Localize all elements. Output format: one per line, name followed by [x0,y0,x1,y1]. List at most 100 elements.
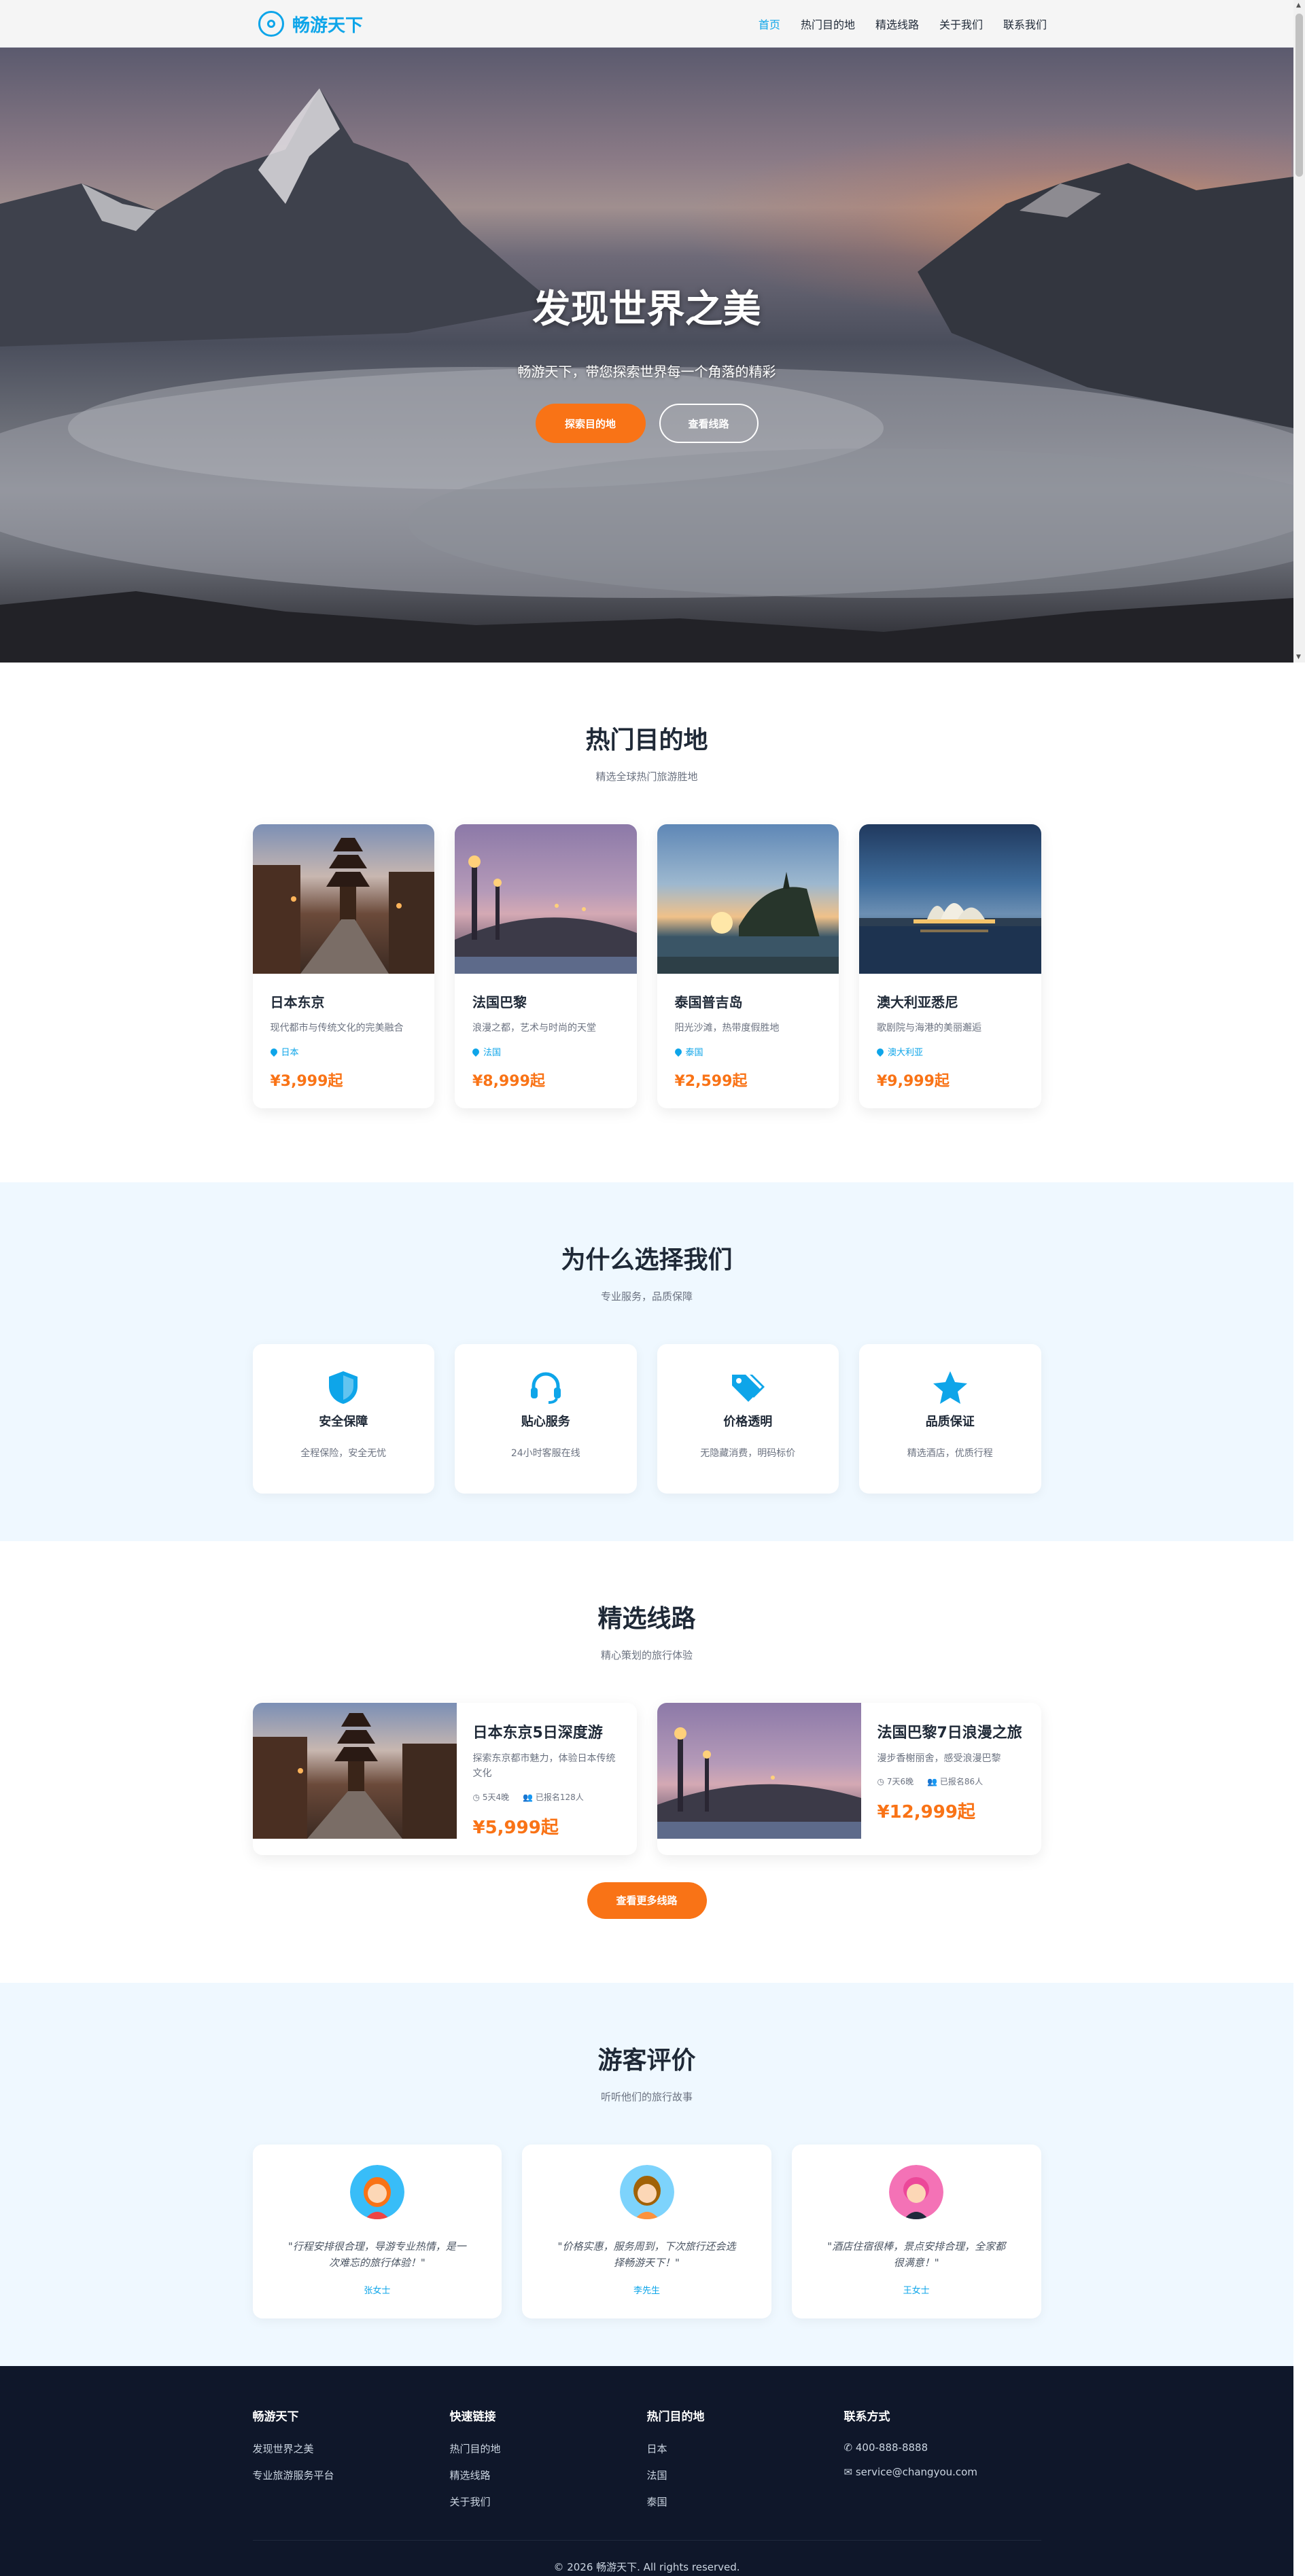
main-nav: 首页 热门目的地 精选线路 关于我们 联系我们 [759,16,1047,32]
scrollbar-thumb[interactable] [1295,14,1303,177]
destination-name: 日本东京 [270,994,325,1010]
why-us-section: 为什么选择我们 专业服务，品质保障 安全保障 全程保险，安全无忧 贴心服务 24… [0,1182,1293,1541]
logo[interactable]: 畅游天下 [258,11,363,37]
feature-desc: 精选酒店，优质行程 [907,1448,993,1459]
more-routes-button[interactable]: 查看更多线路 [587,1882,707,1919]
route-card-tokyo[interactable]: 日本东京5日深度游 探索东京都市魅力，体验日本传统文化 ◷ 5天4晚 👥 已报名… [252,1703,637,1855]
copyright: © 2026 畅游天下. All rights reserved. [553,2561,740,2573]
reviewer-name: 张女士 [364,2286,391,2296]
duration: ◷ 7天6晚 [877,1777,914,1787]
destination-location: 泰国 [685,1048,703,1059]
tokyo-route-image [252,1703,457,1839]
routes-subtitle: 精心策划的旅行体验 [600,1649,693,1661]
paris-image [455,824,637,974]
route-price: ¥12,999起 [877,1802,975,1823]
avatar [889,2165,944,2219]
review-text: "价格实惠，服务周到，下次旅行还会选择畅游天下！" [557,2240,736,2269]
destination-desc: 现代都市与传统文化的完美融合 [270,1023,404,1034]
route-card-paris[interactable]: 法国巴黎7日浪漫之旅 漫步香榭丽舍，感受浪漫巴黎 ◷ 7天6晚 👥 已报名86人… [657,1703,1041,1855]
footer-email[interactable]: ✉ service@changyou.com [844,2466,1041,2478]
reviewer-name: 王女士 [903,2286,930,2296]
avatar [619,2165,674,2219]
tag-icon [657,1369,839,1407]
review-text: "酒店住宿很棒，景点安排合理，全家都很满意！" [827,2240,1006,2269]
destination-card-tokyo[interactable]: 日本东京 现代都市与传统文化的完美融合 日本 ¥3,999起 [252,824,434,1109]
hero-subtitle: 畅游天下，带您探索世界每一个角落的精彩 [517,364,776,380]
why-title: 为什么选择我们 [561,1246,733,1274]
footer-divider [252,2540,1041,2541]
routes-section: 精选线路 精心策划的旅行体验 日本东京5日深度游 探索东京都市魅力，体验日本传统… [0,1541,1293,1983]
reviews-title: 游客评价 [597,2047,696,2075]
route-price: ¥5,999起 [472,1817,559,1838]
sydney-image [859,824,1041,974]
route-desc: 漫步香榭丽舍，感受浪漫巴黎 [877,1753,1001,1764]
footer-heading: 联系方式 [843,2410,890,2424]
footer-heading: 热门目的地 [646,2410,705,2424]
destination-price: ¥3,999起 [270,1073,343,1091]
phone-icon: ✆ [843,2441,853,2454]
why-subtitle: 专业服务，品质保障 [600,1290,693,1303]
destination-card-phuket[interactable]: 泰国普吉岛 阳光沙滩，热带度假胜地 泰国 ¥2,599起 [657,824,839,1109]
star-icon [859,1369,1041,1407]
footer-text: 发现世界之美 [252,2443,314,2455]
destination-location: 日本 [281,1048,299,1059]
review-text: "行程安排很合理，导游专业热情，是一次难忘的旅行体验！" [288,2240,466,2269]
signup-count: 👥 已报名86人 [927,1777,984,1787]
destination-location: 法国 [483,1048,502,1059]
location-pin-icon [673,1046,683,1057]
scroll-down-icon[interactable]: ▼ [1296,654,1301,660]
route-name: 法国巴黎7日浪漫之旅 [877,1725,1022,1742]
destination-price: ¥9,999起 [877,1073,950,1091]
feature-desc: 无隐藏消费，明码标价 [700,1448,796,1459]
nav-item-about[interactable]: 关于我们 [939,16,983,32]
nav-item-routes[interactable]: 精选线路 [875,16,919,32]
destination-card-paris[interactable]: 法国巴黎 浪漫之都，艺术与时尚的天堂 法国 ¥8,999起 [455,824,637,1109]
nav-item-contact[interactable]: 联系我们 [1003,16,1047,32]
footer-link[interactable]: 精选线路 [450,2468,647,2482]
route-desc: 探索东京都市魅力，体验日本传统文化 [472,1753,616,1780]
hero-section: 发现世界之美 畅游天下，带您探索世界每一个角落的精彩 探索目的地 查看线路 [0,48,1293,663]
headset-icon [455,1369,637,1407]
location-pin-icon [268,1046,279,1057]
destination-desc: 浪漫之都，艺术与时尚的天堂 [472,1023,596,1034]
nav-item-home[interactable]: 首页 [759,16,780,32]
site-header: 畅游天下 首页 热门目的地 精选线路 关于我们 联系我们 [0,0,1305,48]
scroll-up-icon[interactable]: ▲ [1296,2,1301,9]
view-routes-button[interactable]: 查看线路 [659,404,759,443]
footer-col-contact: 联系方式 ✆ 400-888-8888 ✉ service@changyou.c… [844,2407,1041,2509]
clock-icon: ◷ [472,1792,480,1802]
footer-heading: 快速链接 [449,2410,496,2424]
feature-name: 价格透明 [723,1415,773,1429]
nav-item-destinations[interactable]: 热门目的地 [801,16,855,32]
logo-icon [258,11,284,37]
shield-icon [253,1369,435,1407]
destinations-subtitle: 精选全球热门旅游胜地 [595,771,698,783]
footer-heading: 畅游天下 [252,2410,299,2424]
feature-name: 安全保障 [319,1415,368,1429]
destination-location: 澳大利亚 [888,1048,924,1059]
footer-link[interactable]: 热门目的地 [450,2441,647,2456]
destinations-section: 热门目的地 精选全球热门旅游胜地 日本东京 现代都市与传统文化的完美融合 日本 … [0,663,1293,1182]
destinations-title: 热门目的地 [585,726,708,754]
footer-col-about: 畅游天下 发现世界之美 专业旅游服务平台 [253,2407,450,2509]
footer-link[interactable]: 泰国 [647,2494,844,2509]
feature-card-pricing: 价格透明 无隐藏消费，明码标价 [657,1344,839,1494]
scrollbar[interactable]: ▲ ▼ [1293,0,1305,663]
destination-price: ¥8,999起 [472,1073,545,1091]
footer-link[interactable]: 法国 [647,2468,844,2482]
reviewer-name: 李先生 [633,2286,661,2296]
footer-link[interactable]: 日本 [647,2441,844,2456]
footer-phone[interactable]: ✆ 400-888-8888 [844,2441,1041,2454]
footer-col-links: 快速链接 热门目的地 精选线路 关于我们 [450,2407,647,2509]
explore-destinations-button[interactable]: 探索目的地 [535,404,646,443]
tokyo-image [252,824,434,974]
destination-card-sydney[interactable]: 澳大利亚悉尼 歌剧院与海港的美丽邂逅 澳大利亚 ¥9,999起 [859,824,1041,1109]
feature-card-service: 贴心服务 24小时客服在线 [455,1344,637,1494]
feature-name: 品质保证 [925,1415,975,1429]
footer-link[interactable]: 关于我们 [450,2494,647,2509]
phuket-image [657,824,839,974]
destination-desc: 阳光沙滩，热带度假胜地 [674,1023,780,1034]
feature-desc: 全程保险，安全无忧 [300,1448,387,1459]
footer-col-destinations: 热门目的地 日本 法国 泰国 [647,2407,844,2509]
reviews-subtitle: 听听他们的旅行故事 [600,2091,693,2103]
